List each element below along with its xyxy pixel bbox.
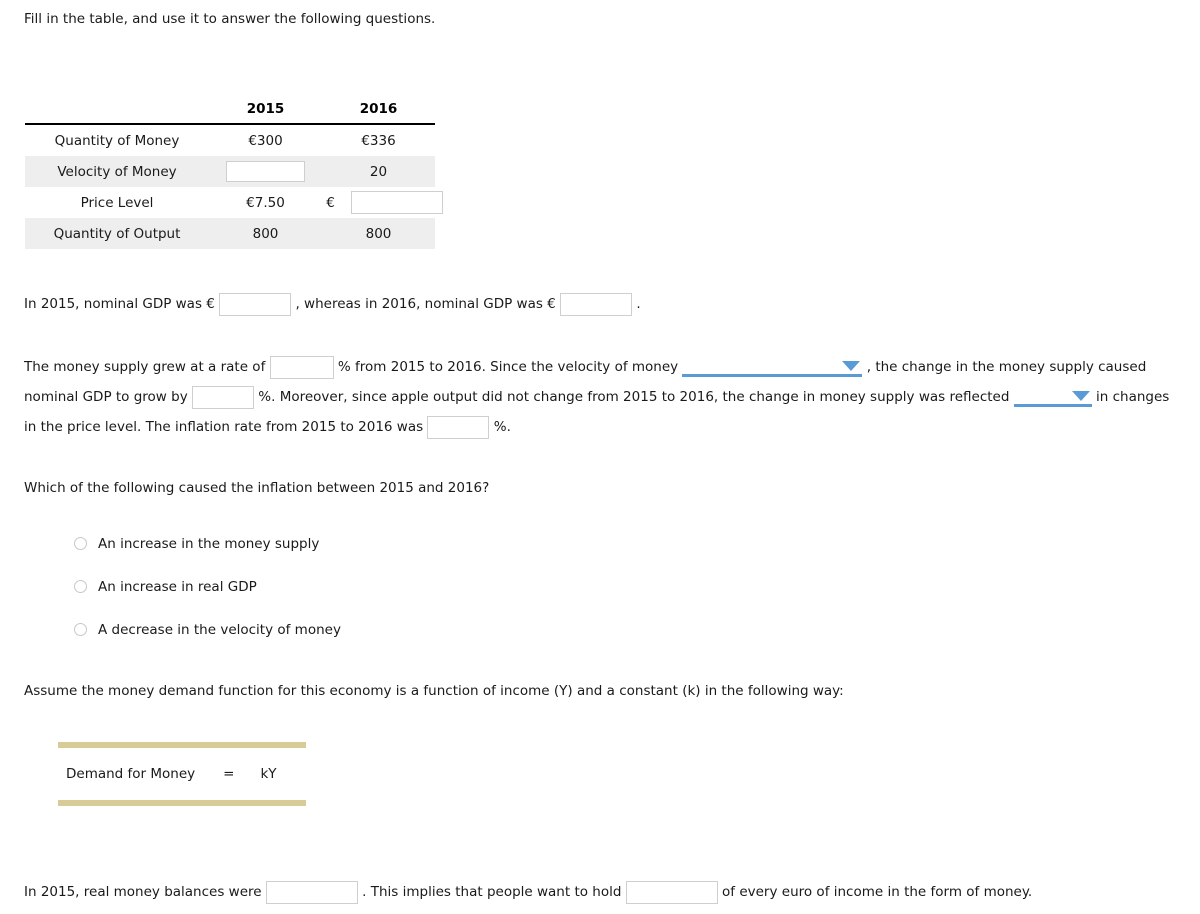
table-header-2015: 2015 bbox=[209, 98, 322, 125]
nominal-gdp-sentence: In 2015, nominal GDP was € , whereas in … bbox=[24, 289, 641, 319]
inflation-cause-options: An increase in the money supply An incre… bbox=[74, 522, 341, 651]
equals-sign: = bbox=[223, 766, 235, 782]
inflation-cause-question: Which of the following caused the inflat… bbox=[24, 480, 490, 496]
price-level-2016-input[interactable] bbox=[350, 191, 443, 214]
velocity-2015-input[interactable] bbox=[226, 161, 305, 182]
chevron-down-icon bbox=[842, 361, 861, 371]
real-balances-part1: In 2015, real money balances were bbox=[24, 884, 262, 900]
inflation-rate-input[interactable] bbox=[427, 415, 490, 439]
option-money-supply[interactable]: An increase in the money supply bbox=[74, 522, 341, 565]
supply-text-s3: , the change in the money bbox=[866, 359, 1046, 375]
worksheet-page: Fill in the table, and use it to answer … bbox=[0, 0, 1200, 914]
nominal-gdp-2016-input[interactable] bbox=[560, 292, 633, 316]
real-balances-part3: of every euro of income in the form of m… bbox=[722, 884, 1033, 900]
money-demand-equation-row: Demand for Money = kY bbox=[58, 748, 306, 800]
radio-icon[interactable] bbox=[74, 623, 87, 636]
option-label: A decrease in the velocity of money bbox=[98, 621, 341, 638]
money-table: 2015 2016 Quantity of Money €300 €336 Ve… bbox=[25, 98, 443, 249]
table-row: Quantity of Money €300 €336 bbox=[25, 124, 435, 156]
money-table-container: 2015 2016 Quantity of Money €300 €336 Ve… bbox=[25, 98, 443, 249]
gdp-text-part1: In 2015, nominal GDP was € bbox=[24, 296, 215, 312]
cell-price-level-2015: €7.50 bbox=[246, 194, 285, 211]
nominal-gdp-2015-input[interactable] bbox=[219, 292, 292, 316]
chevron-down-icon bbox=[1071, 391, 1090, 401]
row-label-velocity-of-money: Velocity of Money bbox=[25, 156, 209, 187]
velocity-change-dropdown[interactable] bbox=[682, 357, 863, 377]
money-demand-equation-box: Demand for Money = kY bbox=[58, 742, 306, 806]
euro-prefix-price-level: € bbox=[326, 194, 335, 211]
table-header-2016: 2016 bbox=[322, 98, 435, 125]
money-demand-assumption-text: Assume the money demand function for thi… bbox=[24, 683, 844, 699]
option-label: An increase in real GDP bbox=[98, 578, 257, 595]
real-balances-part2: . This implies that people want to hold bbox=[362, 884, 622, 900]
supply-text-s8: %. bbox=[493, 419, 511, 435]
supply-text-s2: % from 2015 to 2016. Since the velocity … bbox=[337, 359, 679, 375]
supply-text-s5: %. Moreover, since apple output did not … bbox=[258, 389, 946, 405]
bottom-rule bbox=[58, 800, 306, 806]
money-supply-growth-rate-input[interactable] bbox=[269, 355, 334, 379]
row-label-quantity-of-money: Quantity of Money bbox=[54, 132, 180, 149]
table-row: Velocity of Money 20 bbox=[25, 156, 435, 187]
demand-for-money-label: Demand for Money bbox=[66, 766, 196, 782]
real-money-balances-input[interactable] bbox=[265, 880, 358, 904]
real-money-balances-sentence: In 2015, real money balances were . This… bbox=[24, 877, 1032, 907]
cell-velocity-of-money-2015 bbox=[209, 156, 322, 187]
row-label-price-level: Price Level bbox=[80, 194, 154, 211]
supply-text-s6: reflected bbox=[949, 389, 1010, 405]
money-holding-fraction-input[interactable] bbox=[625, 880, 718, 904]
cell-price-level-2016: € bbox=[322, 187, 443, 218]
cell-quantity-of-output-2015: 800 bbox=[209, 218, 322, 249]
table-row: Price Level €7.50 € bbox=[25, 187, 443, 218]
option-label: An increase in the money supply bbox=[98, 535, 320, 552]
money-supply-paragraph: The money supply grew at a rate of % fro… bbox=[24, 352, 1184, 442]
option-velocity-decrease[interactable]: A decrease in the velocity of money bbox=[74, 608, 341, 651]
gdp-text-part2: , whereas in 2016, nominal GDP was € bbox=[295, 296, 556, 312]
radio-icon[interactable] bbox=[74, 580, 87, 593]
radio-icon[interactable] bbox=[74, 537, 87, 550]
option-real-gdp[interactable]: An increase in real GDP bbox=[74, 565, 341, 608]
intro-text: Fill in the table, and use it to answer … bbox=[24, 11, 436, 27]
cell-velocity-of-money-2016: 20 bbox=[322, 156, 435, 187]
table-header-row: 2015 2016 bbox=[25, 98, 435, 125]
supply-text-s1: The money supply grew at a rate of bbox=[24, 359, 266, 375]
table-header-blank bbox=[25, 98, 209, 125]
reflected-dropdown[interactable] bbox=[1013, 387, 1092, 407]
row-label-quantity-of-output: Quantity of Output bbox=[25, 218, 209, 249]
cell-quantity-of-money-2016: €336 bbox=[361, 132, 396, 149]
demand-expression: kY bbox=[260, 766, 277, 782]
nominal-gdp-growth-input[interactable] bbox=[192, 385, 254, 409]
cell-quantity-of-output-2016: 800 bbox=[322, 218, 435, 249]
gdp-text-part3: . bbox=[636, 296, 641, 312]
cell-quantity-of-money-2015: €300 bbox=[248, 132, 283, 149]
table-row: Quantity of Output 800 800 bbox=[25, 218, 435, 249]
